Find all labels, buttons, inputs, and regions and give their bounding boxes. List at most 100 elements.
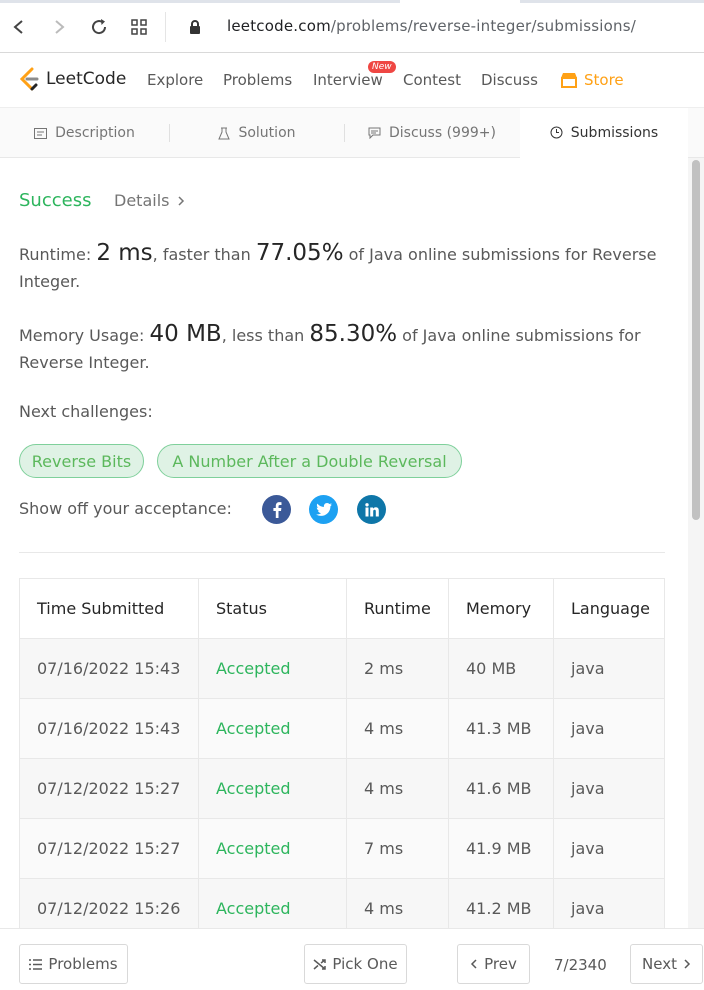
next-button[interactable]: Next — [630, 944, 703, 984]
pick-one-label: Pick One — [332, 955, 398, 973]
nav-store[interactable]: Store — [560, 71, 624, 89]
next-challenges-label: Next challenges: — [19, 402, 153, 421]
memory-value: 40 MB — [149, 321, 222, 347]
cell-language: java — [553, 698, 665, 759]
cell-memory: 41.9 MB — [448, 818, 554, 879]
linkedin-icon[interactable] — [357, 495, 386, 524]
cell-runtime: 7 ms — [346, 818, 449, 879]
tab-description-label: Description — [55, 125, 135, 141]
apps-grid-icon[interactable] — [128, 16, 150, 38]
runtime-stat: Runtime: 2 ms, faster than 77.05% of Jav… — [19, 240, 659, 295]
bottom-bar: Problems Pick One Prev 7/2340 Next — [0, 928, 704, 990]
active-tab-indicator — [400, 0, 520, 3]
memory-mid: , less than — [221, 326, 305, 345]
cell-language: java — [553, 818, 665, 879]
cell-runtime: 4 ms — [346, 698, 449, 759]
flask-icon — [218, 127, 231, 139]
cell-time: 07/12/2022 15:27 — [19, 818, 199, 879]
runtime-percentile: 77.05% — [255, 240, 344, 266]
tab-discuss-label: Discuss (999+) — [389, 125, 496, 141]
runtime-value: 2 ms — [96, 240, 153, 266]
tab-discuss[interactable]: Discuss (999+) — [345, 108, 519, 158]
nav-problems[interactable]: Problems — [223, 71, 292, 89]
facebook-icon[interactable] — [262, 495, 291, 524]
cell-status-link[interactable]: Accepted — [198, 638, 347, 699]
new-badge: New — [368, 61, 396, 73]
prev-button[interactable]: Prev — [457, 944, 530, 984]
description-icon — [34, 127, 48, 139]
memory-percentile: 85.30% — [309, 321, 398, 347]
prev-label: Prev — [484, 955, 517, 973]
table-row: 07/12/2022 15:27 Accepted 7 ms 41.9 MB j… — [19, 818, 665, 879]
back-icon[interactable] — [8, 16, 30, 38]
tab-description[interactable]: Description — [0, 108, 169, 158]
cell-language: java — [553, 638, 665, 699]
list-icon — [29, 958, 43, 970]
header-memory[interactable]: Memory — [448, 578, 554, 639]
twitter-icon[interactable] — [309, 495, 338, 524]
memory-stat: Memory Usage: 40 MB, less than 85.30% of… — [19, 321, 659, 376]
shuffle-icon — [313, 958, 327, 970]
tab-submissions-label: Submissions — [570, 124, 659, 141]
runtime-label: Runtime: — [19, 245, 92, 264]
reload-icon[interactable] — [88, 16, 110, 38]
cell-status-link[interactable]: Accepted — [198, 698, 347, 759]
memory-label: Memory Usage: — [19, 326, 145, 345]
nav-discuss[interactable]: Discuss — [481, 71, 538, 89]
leetcode-logo[interactable]: LeetCode — [18, 67, 126, 91]
toolbar-divider — [165, 12, 166, 42]
cell-status-link[interactable]: Accepted — [198, 758, 347, 819]
problems-button[interactable]: Problems — [19, 944, 128, 984]
forward-icon[interactable] — [48, 16, 70, 38]
header-language[interactable]: Language — [553, 578, 665, 639]
cell-language: java — [553, 758, 665, 819]
tab-submissions[interactable]: Submissions — [520, 108, 688, 158]
details-label: Details — [114, 191, 170, 210]
url-path: /problems/reverse-integer/submissions/ — [330, 17, 637, 35]
nav-explore[interactable]: Explore — [147, 71, 203, 89]
cell-memory: 41.6 MB — [448, 758, 554, 819]
cell-time: 07/16/2022 15:43 — [19, 638, 199, 699]
browser-toolbar: leetcode.com/problems/reverse-integer/su… — [0, 0, 704, 53]
address-bar[interactable]: leetcode.com/problems/reverse-integer/su… — [227, 17, 636, 35]
cell-runtime: 4 ms — [346, 758, 449, 819]
tab-solution[interactable]: Solution — [170, 108, 344, 158]
tab-solution-label: Solution — [238, 125, 296, 141]
header-runtime[interactable]: Runtime — [346, 578, 449, 639]
nav-contest[interactable]: Contest — [403, 71, 461, 89]
share-label: Show off your acceptance: — [19, 499, 232, 518]
cell-time: 07/12/2022 15:27 — [19, 758, 199, 819]
problems-button-label: Problems — [48, 955, 118, 973]
cell-status-link[interactable]: Accepted — [198, 818, 347, 879]
cell-memory: 41.3 MB — [448, 698, 554, 759]
header-time-submitted[interactable]: Time Submitted — [19, 578, 199, 639]
cell-time: 07/16/2022 15:43 — [19, 698, 199, 759]
content-scrollbar[interactable] — [688, 158, 704, 928]
pick-one-button[interactable]: Pick One — [304, 944, 407, 984]
next-label: Next — [642, 955, 677, 973]
submissions-table: Time Submitted Status Runtime Memory Lan… — [19, 578, 665, 939]
clock-icon — [550, 126, 563, 139]
table-row: 07/12/2022 15:27 Accepted 4 ms 41.6 MB j… — [19, 758, 665, 819]
challenge-chip-double-reversal[interactable]: A Number After a Double Reversal — [157, 444, 462, 478]
nav-interview[interactable]: Interview — [313, 71, 383, 89]
chevron-right-icon — [178, 195, 185, 206]
logo-text: LeetCode — [46, 69, 127, 89]
submission-status: Success — [19, 190, 92, 211]
challenge-chip-reverse-bits[interactable]: Reverse Bits — [19, 444, 144, 478]
problem-tabs: Description Solution Discuss (999+) Subm… — [0, 108, 704, 158]
store-label: Store — [584, 71, 624, 89]
site-nav: LeetCode Explore Problems Interview New … — [0, 53, 704, 108]
discuss-icon — [368, 127, 381, 139]
header-status[interactable]: Status — [198, 578, 347, 639]
lock-icon[interactable] — [184, 16, 206, 38]
table-row: 07/16/2022 15:43 Accepted 4 ms 41.3 MB j… — [19, 698, 665, 759]
scrollbar-thumb[interactable] — [692, 160, 700, 520]
url-domain: leetcode.com — [227, 17, 331, 35]
table-row: 07/16/2022 15:43 Accepted 2 ms 40 MB jav… — [19, 638, 665, 699]
details-link[interactable]: Details — [114, 191, 185, 210]
section-divider — [19, 552, 665, 553]
cell-memory: 40 MB — [448, 638, 554, 699]
chevron-left-icon — [471, 959, 477, 969]
table-header-row: Time Submitted Status Runtime Memory Lan… — [19, 578, 665, 639]
